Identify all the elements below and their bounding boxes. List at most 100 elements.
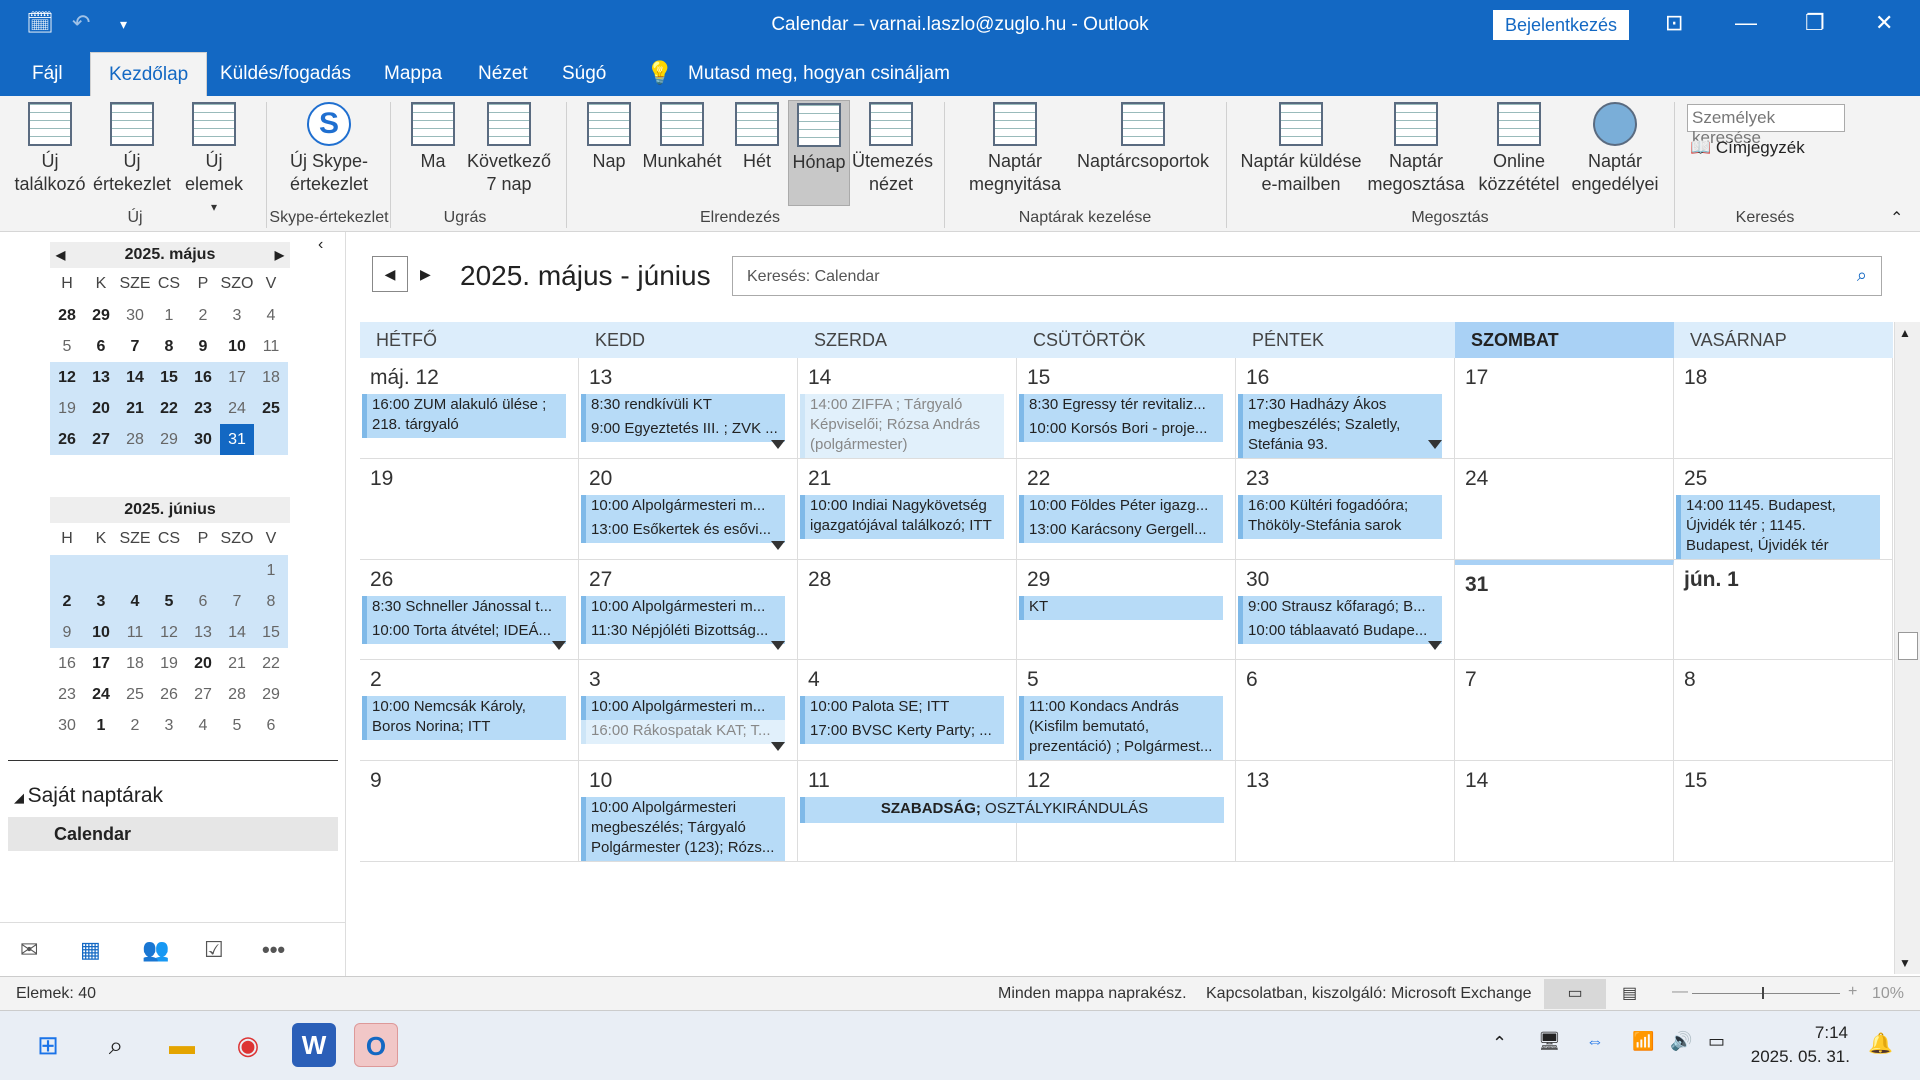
calendar-event[interactable]: KT [1019, 595, 1223, 620]
calendar-event[interactable]: 10:00 Alpolgármesteri megbeszélés; Tárgy… [581, 797, 785, 862]
calendar-event[interactable]: 8:30 rendkívüli KT [581, 394, 785, 418]
schedule-view-button[interactable]: Ütemezés nézet [852, 102, 933, 196]
battery-icon[interactable]: ▭ [1708, 1031, 1725, 1052]
mini-calendar-day[interactable]: 2 [50, 586, 84, 617]
day-cell[interactable]: 8 [1674, 660, 1893, 762]
clock-time[interactable]: 7:14 [1748, 1023, 1848, 1043]
mini-calendar-day[interactable]: 28 [118, 424, 152, 455]
calendar-folder-item[interactable]: Calendar [8, 817, 338, 851]
windows-start-icon[interactable]: ⊞ [26, 1023, 70, 1067]
calendar-event[interactable]: 17:30 Hadházy Ákos megbeszélés; Szaletly… [1238, 394, 1442, 458]
minimize-icon[interactable]: — [1735, 10, 1757, 36]
tell-me-search[interactable]: Mutasd meg, hogyan csináljam [670, 52, 968, 96]
zoom-slider-thumb[interactable] [1762, 987, 1764, 999]
month-view-button[interactable]: Hónap [788, 100, 850, 206]
search-icon[interactable]: ⌕ [94, 1023, 138, 1067]
new-items-button[interactable]: Új elemek ▾ [174, 102, 254, 219]
mini-calendar-day[interactable]: 25 [254, 393, 288, 424]
mini-calendar-day[interactable]: 22 [152, 393, 186, 424]
mini-calendar-day[interactable]: 12 [50, 362, 84, 393]
mini-calendar-day[interactable]: 12 [152, 617, 186, 648]
tab-home[interactable]: Kezdőlap [90, 52, 208, 96]
day-cell[interactable]: 28 [798, 559, 1017, 661]
calendar-event[interactable]: 9:00 Egyeztetés III. ; ZVK ... [581, 418, 785, 442]
mini-calendar-day[interactable]: 21 [118, 393, 152, 424]
day-cell[interactable]: 15 8:30 Egressy tér revitaliz... 10:00 Kor… [1017, 358, 1236, 459]
chrome-icon[interactable]: ◉ [226, 1023, 270, 1067]
new-meeting-button[interactable]: Új értekezlet [92, 102, 172, 196]
network-device-icon[interactable]: 🖥 [1538, 1031, 1561, 1052]
calendar-event[interactable]: 8:30 Egressy tér revitaliz... [1019, 394, 1223, 418]
mini-calendar-day[interactable]: 1 [152, 300, 186, 331]
mini-calendar-day[interactable]: 9 [186, 331, 220, 362]
clock-date[interactable]: 2025. 05. 31. [1750, 1047, 1850, 1067]
previous-range-button[interactable]: ◀ [372, 256, 408, 292]
more-items-icon[interactable] [1428, 439, 1442, 449]
more-items-icon[interactable] [771, 641, 785, 651]
day-cell[interactable]: 27 10:00 Alpolgármesteri m... 11:30 Népjól… [579, 559, 798, 661]
next-range-button[interactable]: ▶ [420, 266, 431, 283]
mini-calendar-day[interactable]: 5 [220, 710, 254, 741]
calendar-event[interactable]: 16:00 Kültéri fogadóóra; Thököly-Stefáni… [1238, 494, 1442, 539]
scroll-thumb[interactable] [1898, 632, 1918, 660]
more-items-icon[interactable] [1428, 641, 1442, 651]
mini-calendar-day[interactable]: 28 [50, 300, 84, 331]
tab-help[interactable]: Súgó [544, 52, 624, 96]
notification-bell-icon[interactable]: 🔔 [1868, 1031, 1893, 1056]
mini-calendar-day[interactable]: 13 [186, 617, 220, 648]
calendar-event[interactable]: 11:00 Kondacs András (Kisfilm bemutató, … [1019, 696, 1223, 761]
day-cell[interactable]: 21 10:00 Indiai Nagykövetség igazgatójáva… [798, 458, 1017, 560]
reading-view-icon[interactable]: ▤ [1622, 983, 1637, 1003]
close-icon[interactable]: ✕ [1875, 10, 1893, 36]
mini-calendar-day[interactable]: 15 [254, 617, 288, 648]
calendar-event[interactable]: 17:00 BVSC Kerty Party; ... [800, 720, 1004, 745]
mini-calendar-day[interactable]: 28 [220, 679, 254, 710]
zoom-in-icon[interactable]: + [1848, 983, 1857, 1001]
mini-calendar-day[interactable]: 24 [220, 393, 254, 424]
mini-calendar-day[interactable]: 5 [50, 331, 84, 362]
chevron-up-icon[interactable]: ⌃ [1492, 1033, 1507, 1054]
mini-calendar-day[interactable]: 23 [50, 679, 84, 710]
mini-calendar-day[interactable]: 15 [152, 362, 186, 393]
mini-calendar-day[interactable]: 3 [220, 300, 254, 331]
day-cell[interactable]: 2 10:00 Nemcsák Károly, Boros Norina; ITT [360, 660, 579, 762]
normal-view-icon[interactable]: ▭ [1544, 979, 1606, 1009]
calendar-event[interactable]: 10:00 Nemcsák Károly, Boros Norina; ITT [362, 696, 566, 741]
mini-calendar-day[interactable]: 7 [220, 586, 254, 617]
day-cell[interactable]: 26 8:30 Schneller Jánossal t... 10:00 Tort… [360, 559, 579, 661]
day-cell[interactable]: 5 11:00 Kondacs András (Kisfilm bemutató,… [1017, 660, 1236, 762]
mini-calendar-day[interactable]: 8 [152, 331, 186, 362]
more-items-icon[interactable] [771, 540, 785, 550]
publish-online-button[interactable]: Online közzététel [1470, 102, 1568, 196]
calendar-event[interactable]: 10:00 Alpolgármesteri m... [581, 595, 785, 620]
file-explorer-icon[interactable]: ▬ [160, 1023, 204, 1067]
mini-calendar-day[interactable]: 16 [186, 362, 220, 393]
calendar-event[interactable]: 13:00 Karácsony Gergell... [1019, 518, 1223, 543]
scroll-up-icon[interactable]: ▲ [1899, 326, 1911, 340]
calendar-event[interactable]: 10:00 Torta átvétel; IDEÁ... [362, 619, 566, 644]
teamviewer-icon[interactable]: ⇔ [1586, 1031, 1604, 1052]
address-book-button[interactable]: 📖 Címjegyzék [1690, 138, 1805, 158]
wifi-icon[interactable]: 📶 [1632, 1031, 1654, 1052]
ribbon-display-options-icon[interactable]: ⊡ [1665, 10, 1683, 36]
mini-calendar-day[interactable]: 18 [254, 362, 288, 393]
mini-calendar-day[interactable]: 26 [152, 679, 186, 710]
mini-calendar-day[interactable]: 29 [152, 424, 186, 455]
calendar-event[interactable]: 10:00 táblaavató Budape... [1238, 619, 1442, 644]
day-cell[interactable]: 17 [1455, 358, 1674, 459]
mini-calendar-day[interactable]: 9 [50, 617, 84, 648]
day-cell[interactable]: 31 [1455, 559, 1674, 661]
mini-calendar-day[interactable]: 21 [220, 648, 254, 679]
people-search-input[interactable]: Személyek keresése [1687, 104, 1845, 147]
calendar-event[interactable]: 10:00 Alpolgármesteri m... [581, 494, 785, 519]
calendar-icon[interactable]: ▦ [80, 937, 101, 963]
calendar-event[interactable]: 10:00 Földes Péter igazg... [1019, 494, 1223, 519]
mini-calendar-day[interactable]: 14 [220, 617, 254, 648]
today-button[interactable]: Ma [402, 102, 464, 173]
day-cell[interactable]: jún. 1 [1674, 559, 1893, 661]
search-icon[interactable]: ⌕ [1857, 265, 1867, 286]
mini-calendar-day[interactable]: 20 [84, 393, 118, 424]
day-cell[interactable]: 19 [360, 458, 579, 560]
day-cell[interactable]: 20 10:00 Alpolgármesteri m... 13:00 Esőker… [579, 458, 798, 560]
calendar-event[interactable]: 16:00 Rákospatak KAT; T... [581, 720, 785, 745]
